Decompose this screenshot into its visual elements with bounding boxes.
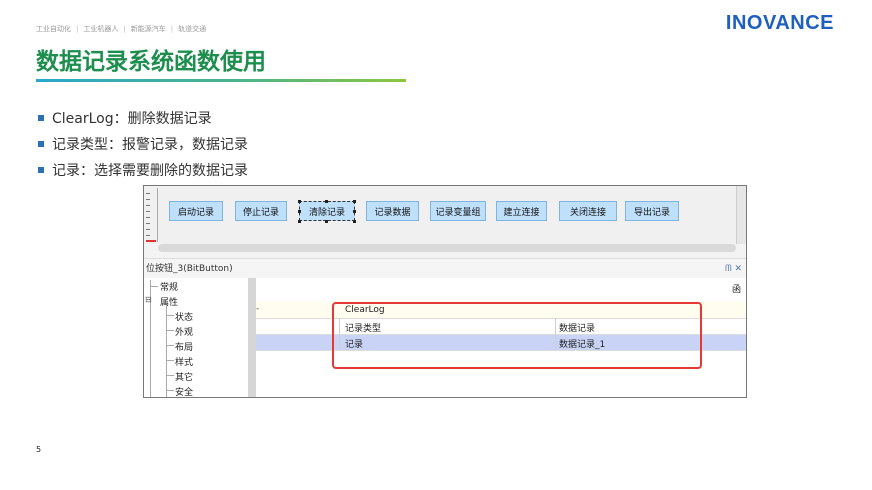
tree-line xyxy=(166,330,174,331)
stop-log-button[interactable]: 停止记录 xyxy=(235,201,287,221)
bullet-item: 记录类型：报警记录，数据记录 xyxy=(38,131,248,157)
highlight-box xyxy=(332,302,702,369)
nav-separator: | xyxy=(123,25,126,33)
tree-item-style[interactable]: 样式 xyxy=(175,355,193,368)
panel-splitter[interactable] xyxy=(248,278,256,397)
software-screenshot: 启动记录 停止记录 清除记录 记录数据 记录变量组 建立连接 关闭连接 导出记录… xyxy=(143,185,747,398)
brand-logo: INOVANCE xyxy=(725,12,834,34)
tree-line xyxy=(166,360,174,361)
selection-handle[interactable] xyxy=(353,200,356,203)
bullet-square-icon xyxy=(38,167,44,173)
vertical-scrollbar[interactable] xyxy=(736,186,746,244)
bullet-square-icon xyxy=(38,115,44,121)
nav-item-automation[interactable]: 工业自动化 xyxy=(36,25,71,33)
pin-close-icon[interactable]: ᗰ ✕ xyxy=(725,259,742,279)
tree-item-properties[interactable]: 属性 xyxy=(160,295,178,308)
top-nav: 工业自动化 | 工业机器人 | 新能源汽车 | 轨道交通 xyxy=(36,24,206,34)
tree-line xyxy=(166,315,174,316)
tree-line xyxy=(166,375,174,376)
selection-handle[interactable] xyxy=(298,200,301,203)
properties-panel-header: 位按钮_3(BitButton) ᗰ ✕ xyxy=(144,258,746,278)
slide-title: 数据记录系统函数使用 xyxy=(36,49,266,75)
tree-item-appearance[interactable]: 外观 xyxy=(175,325,193,338)
bullet-square-icon xyxy=(38,141,44,147)
selection-handle[interactable] xyxy=(353,220,356,223)
tree-item-layout[interactable]: 布局 xyxy=(175,340,193,353)
bullet-text: ClearLog：删除数据记录 xyxy=(52,111,212,127)
property-category-tree: 常规 ⊟ 属性 状态 外观 布局 样式 其它 安全 xyxy=(144,278,248,397)
horizontal-scrollbar[interactable] xyxy=(158,244,736,252)
collapse-icon[interactable]: ⊟ xyxy=(145,295,152,304)
panel-title: 位按钮_3(BitButton) xyxy=(146,264,233,274)
bullet-item: ClearLog：删除数据记录 xyxy=(38,105,248,131)
selection-handle[interactable] xyxy=(298,210,301,213)
record-var-group-button[interactable]: 记录变量组 xyxy=(430,201,486,221)
nav-item-ev[interactable]: 新能源汽车 xyxy=(131,25,166,33)
tree-line xyxy=(150,286,158,287)
tree-line xyxy=(166,345,174,346)
design-canvas: 启动记录 停止记录 清除记录 记录数据 记录变量组 建立连接 关闭连接 导出记录 xyxy=(144,186,746,244)
nav-separator: | xyxy=(76,25,79,33)
bullet-list: ClearLog：删除数据记录 记录类型：报警记录，数据记录 记录：选择需要删除… xyxy=(38,105,248,183)
ruler-marker xyxy=(146,240,156,242)
tree-line xyxy=(166,306,167,397)
tree-item-other[interactable]: 其它 xyxy=(175,370,193,383)
row-arrow-icon: - xyxy=(256,304,260,314)
vertical-ruler xyxy=(146,188,158,242)
selection-handle[interactable] xyxy=(325,200,328,203)
selection-handle[interactable] xyxy=(353,210,356,213)
start-log-button[interactable]: 启动记录 xyxy=(169,201,223,221)
tree-line xyxy=(166,390,174,391)
nav-separator: | xyxy=(170,25,174,33)
grid-header-fragment: 函 xyxy=(732,285,742,295)
selection-handle[interactable] xyxy=(325,220,328,223)
tree-item-status[interactable]: 状态 xyxy=(175,310,193,323)
connect-button[interactable]: 建立连接 xyxy=(496,201,547,221)
nav-item-rail[interactable]: 轨道交通 xyxy=(178,25,206,33)
tree-item-security[interactable]: 安全 xyxy=(175,385,193,397)
clear-log-button[interactable]: 清除记录 xyxy=(299,201,355,221)
export-log-button[interactable]: 导出记录 xyxy=(625,201,679,221)
bullet-text: 记录：选择需要删除的数据记录 xyxy=(52,163,248,179)
nav-item-robot[interactable]: 工业机器人 xyxy=(83,25,118,33)
selection-handle[interactable] xyxy=(298,220,301,223)
title-underline xyxy=(36,79,406,82)
bullet-item: 记录：选择需要删除的数据记录 xyxy=(38,157,248,183)
record-data-button[interactable]: 记录数据 xyxy=(366,201,419,221)
disconnect-button[interactable]: 关闭连接 xyxy=(559,201,617,221)
bullet-text: 记录类型：报警记录，数据记录 xyxy=(52,137,248,153)
page-number: 5 xyxy=(36,445,42,454)
tree-item-general[interactable]: 常规 xyxy=(160,280,178,293)
